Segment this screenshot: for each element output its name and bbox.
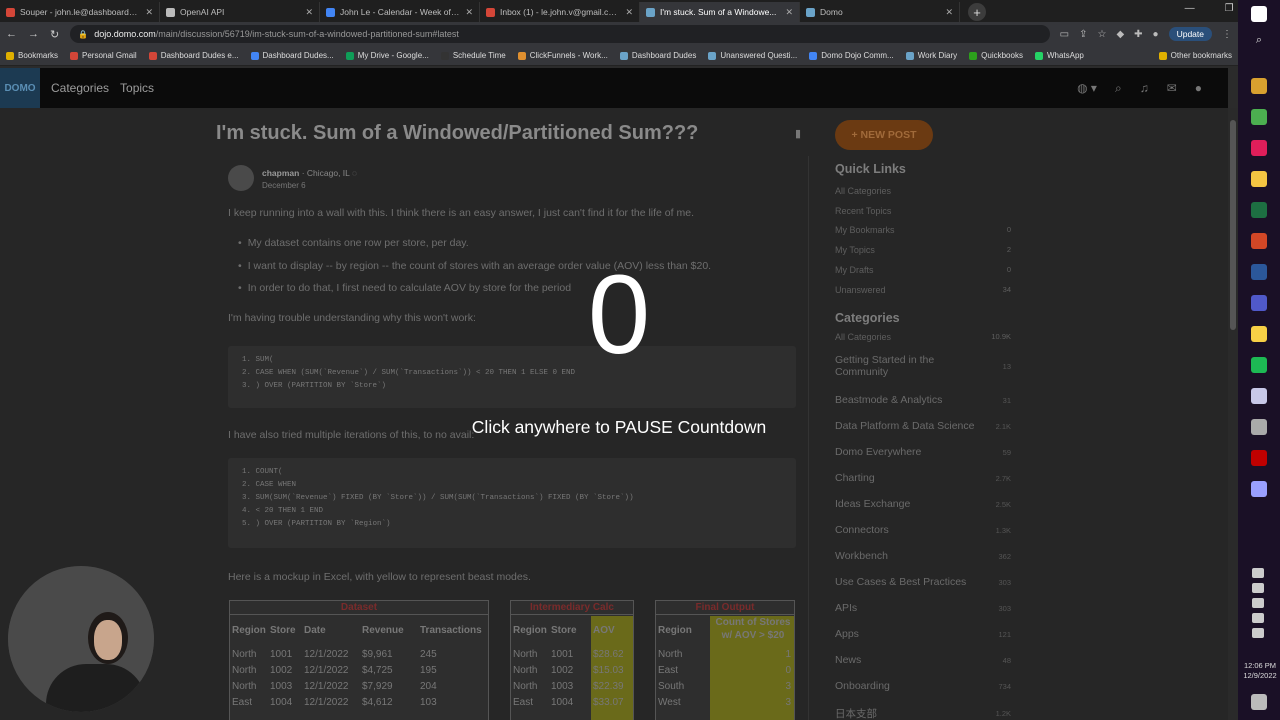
app-icon[interactable]: [1251, 388, 1267, 404]
slack-icon[interactable]: [1251, 140, 1267, 156]
volume-icon[interactable]: [1252, 628, 1264, 638]
file-explorer-icon[interactable]: [1251, 171, 1267, 187]
chrome-icon[interactable]: [1251, 109, 1267, 125]
windows-start-icon[interactable]: [1251, 6, 1267, 22]
filezilla-icon[interactable]: [1251, 450, 1267, 466]
spotify-icon[interactable]: [1251, 357, 1267, 373]
powerpoint-icon[interactable]: [1251, 233, 1267, 249]
windows-taskbar: ⌕: [1238, 0, 1280, 720]
clock-time: 12:06 PM: [1243, 661, 1277, 670]
screenshot-icon[interactable]: [1251, 419, 1267, 435]
network-icon[interactable]: [1252, 613, 1264, 623]
countdown-overlay[interactable]: 0 Click anywhere to PAUSE Countdown: [0, 0, 1238, 720]
countdown-number: 0: [587, 252, 651, 377]
chevron-up-icon[interactable]: [1252, 583, 1264, 593]
notification-icon[interactable]: [1251, 694, 1267, 710]
system-clock[interactable]: 12:06 PM 12/9/2022: [1240, 661, 1280, 681]
notes-icon[interactable]: [1251, 481, 1267, 497]
pause-message: Click anywhere to PAUSE Countdown: [471, 417, 767, 437]
clock-date: 12/9/2022: [1243, 671, 1277, 680]
chrome-icon[interactable]: [1251, 78, 1267, 94]
word-icon[interactable]: [1251, 264, 1267, 280]
help-icon[interactable]: [1252, 568, 1264, 578]
teams-icon[interactable]: [1251, 295, 1267, 311]
sticky-notes-icon[interactable]: [1251, 326, 1267, 342]
excel-icon[interactable]: [1251, 202, 1267, 218]
webcam-video: [8, 566, 154, 712]
taskbar-search-icon[interactable]: ⌕: [1251, 34, 1267, 50]
tray-icon[interactable]: [1252, 598, 1264, 608]
